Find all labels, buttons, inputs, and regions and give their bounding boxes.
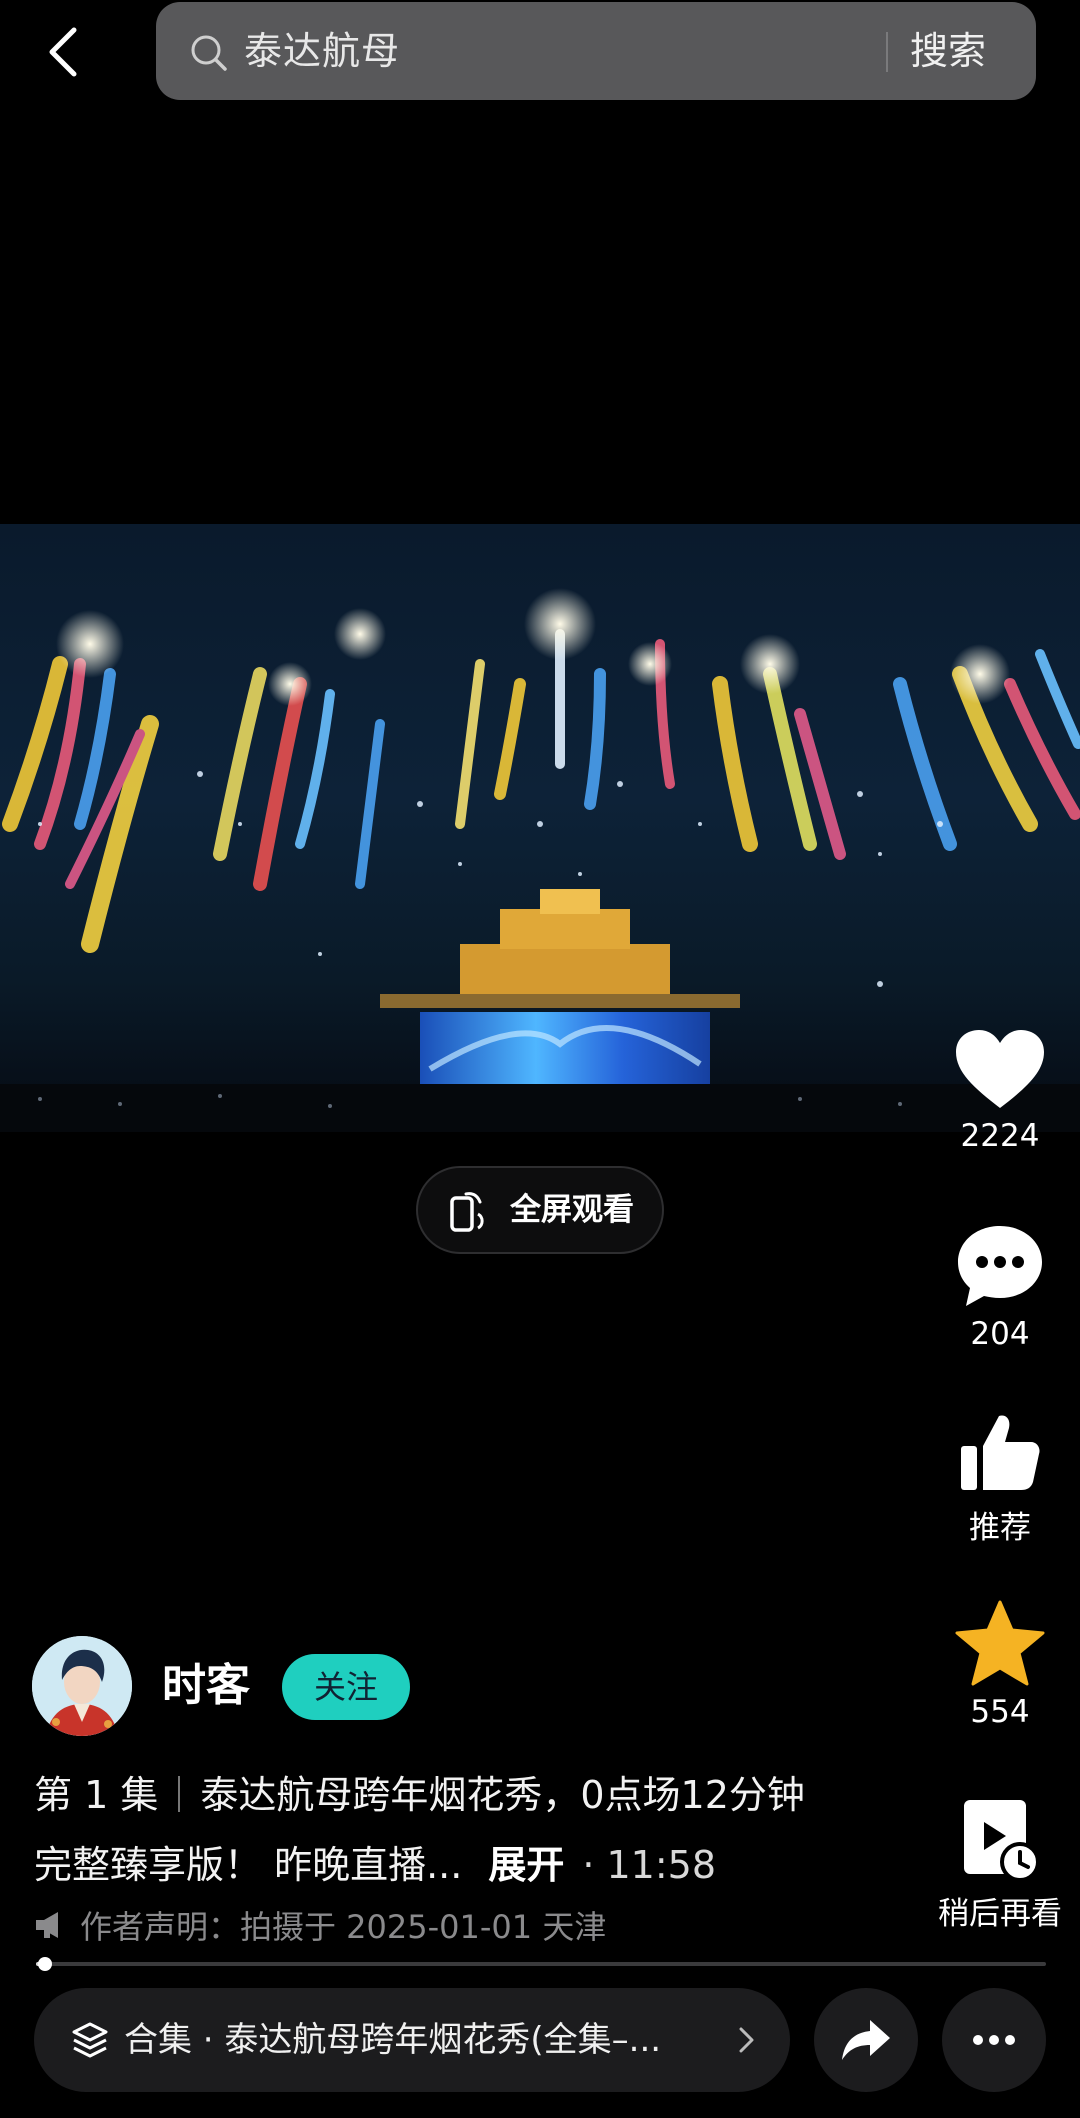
star-icon [955,1600,1045,1686]
collection-label: 合集 · 泰达航母跨年烟花秀(全集–... [124,2020,662,2060]
fullscreen-label: 全屏观看 [510,1192,634,1228]
watch-later-icon [964,1800,1040,1882]
share-button[interactable] [814,1988,918,2092]
fullscreen-button[interactable]: 全屏观看 [416,1166,664,1254]
fireworks-video-frame [0,588,1080,1132]
search-button[interactable]: 搜索 [910,2,986,100]
episode-label: 第 1 集 [34,1773,159,1817]
layers-icon [72,2022,108,2058]
progress-bar[interactable] [36,1962,1046,1966]
favorite-count: 554 [970,1694,1030,1730]
search-icon [191,35,227,71]
recommend-button[interactable]: 推荐 [930,1410,1070,1547]
statement-text: 作者声明：拍摄于 2025-01-01 天津 [80,1908,607,1946]
author-name[interactable]: 时客 [162,1656,250,1716]
video-description: 第 1 集泰达航母跨年烟花秀，0点场12分钟完整臻享版！ 昨晚直播... 展开 · … [34,1760,834,1900]
favorite-button[interactable]: 554 [930,1600,1070,1730]
watch-later-label: 稍后再看 [938,1896,1062,1932]
like-button[interactable]: 2224 [930,1028,1070,1154]
progress-knob[interactable] [38,1957,52,1971]
watch-later-button[interactable]: 稍后再看 [930,1798,1070,1933]
search-bar[interactable]: 泰达航母 搜索 [156,2,1036,100]
thumbs-up-icon [961,1415,1040,1490]
fullscreen-rotate-icon [450,1192,484,1232]
follow-button[interactable]: 关注 [282,1654,410,1720]
video-player[interactable] [0,524,1080,1132]
video-duration: · 11:58 [582,1843,717,1887]
like-count: 2224 [960,1118,1040,1154]
author-avatar-image [32,1636,132,1736]
chevron-right-icon [739,2027,754,2053]
share-icon [842,2020,890,2060]
comment-count: 204 [970,1316,1030,1352]
avatar[interactable] [32,1636,132,1736]
comment-icon [958,1226,1042,1306]
recommend-label: 推荐 [969,1510,1031,1546]
comment-button[interactable]: 204 [930,1222,1070,1352]
search-divider [886,32,888,72]
back-button[interactable] [38,24,94,80]
episode-divider [178,1776,181,1812]
expand-link[interactable]: 展开 [488,1843,564,1887]
heart-icon [956,1030,1044,1108]
back-arrow-icon [49,27,77,77]
search-input[interactable]: 泰达航母 [244,2,400,100]
megaphone-icon [36,1912,58,1938]
more-icon [973,2035,1015,2045]
author-statement: 作者声明：拍摄于 2025-01-01 天津 [34,1900,606,1950]
more-button[interactable] [942,1988,1046,2092]
collection-bar[interactable]: 合集 · 泰达航母跨年烟花秀(全集–... [34,1988,790,2092]
